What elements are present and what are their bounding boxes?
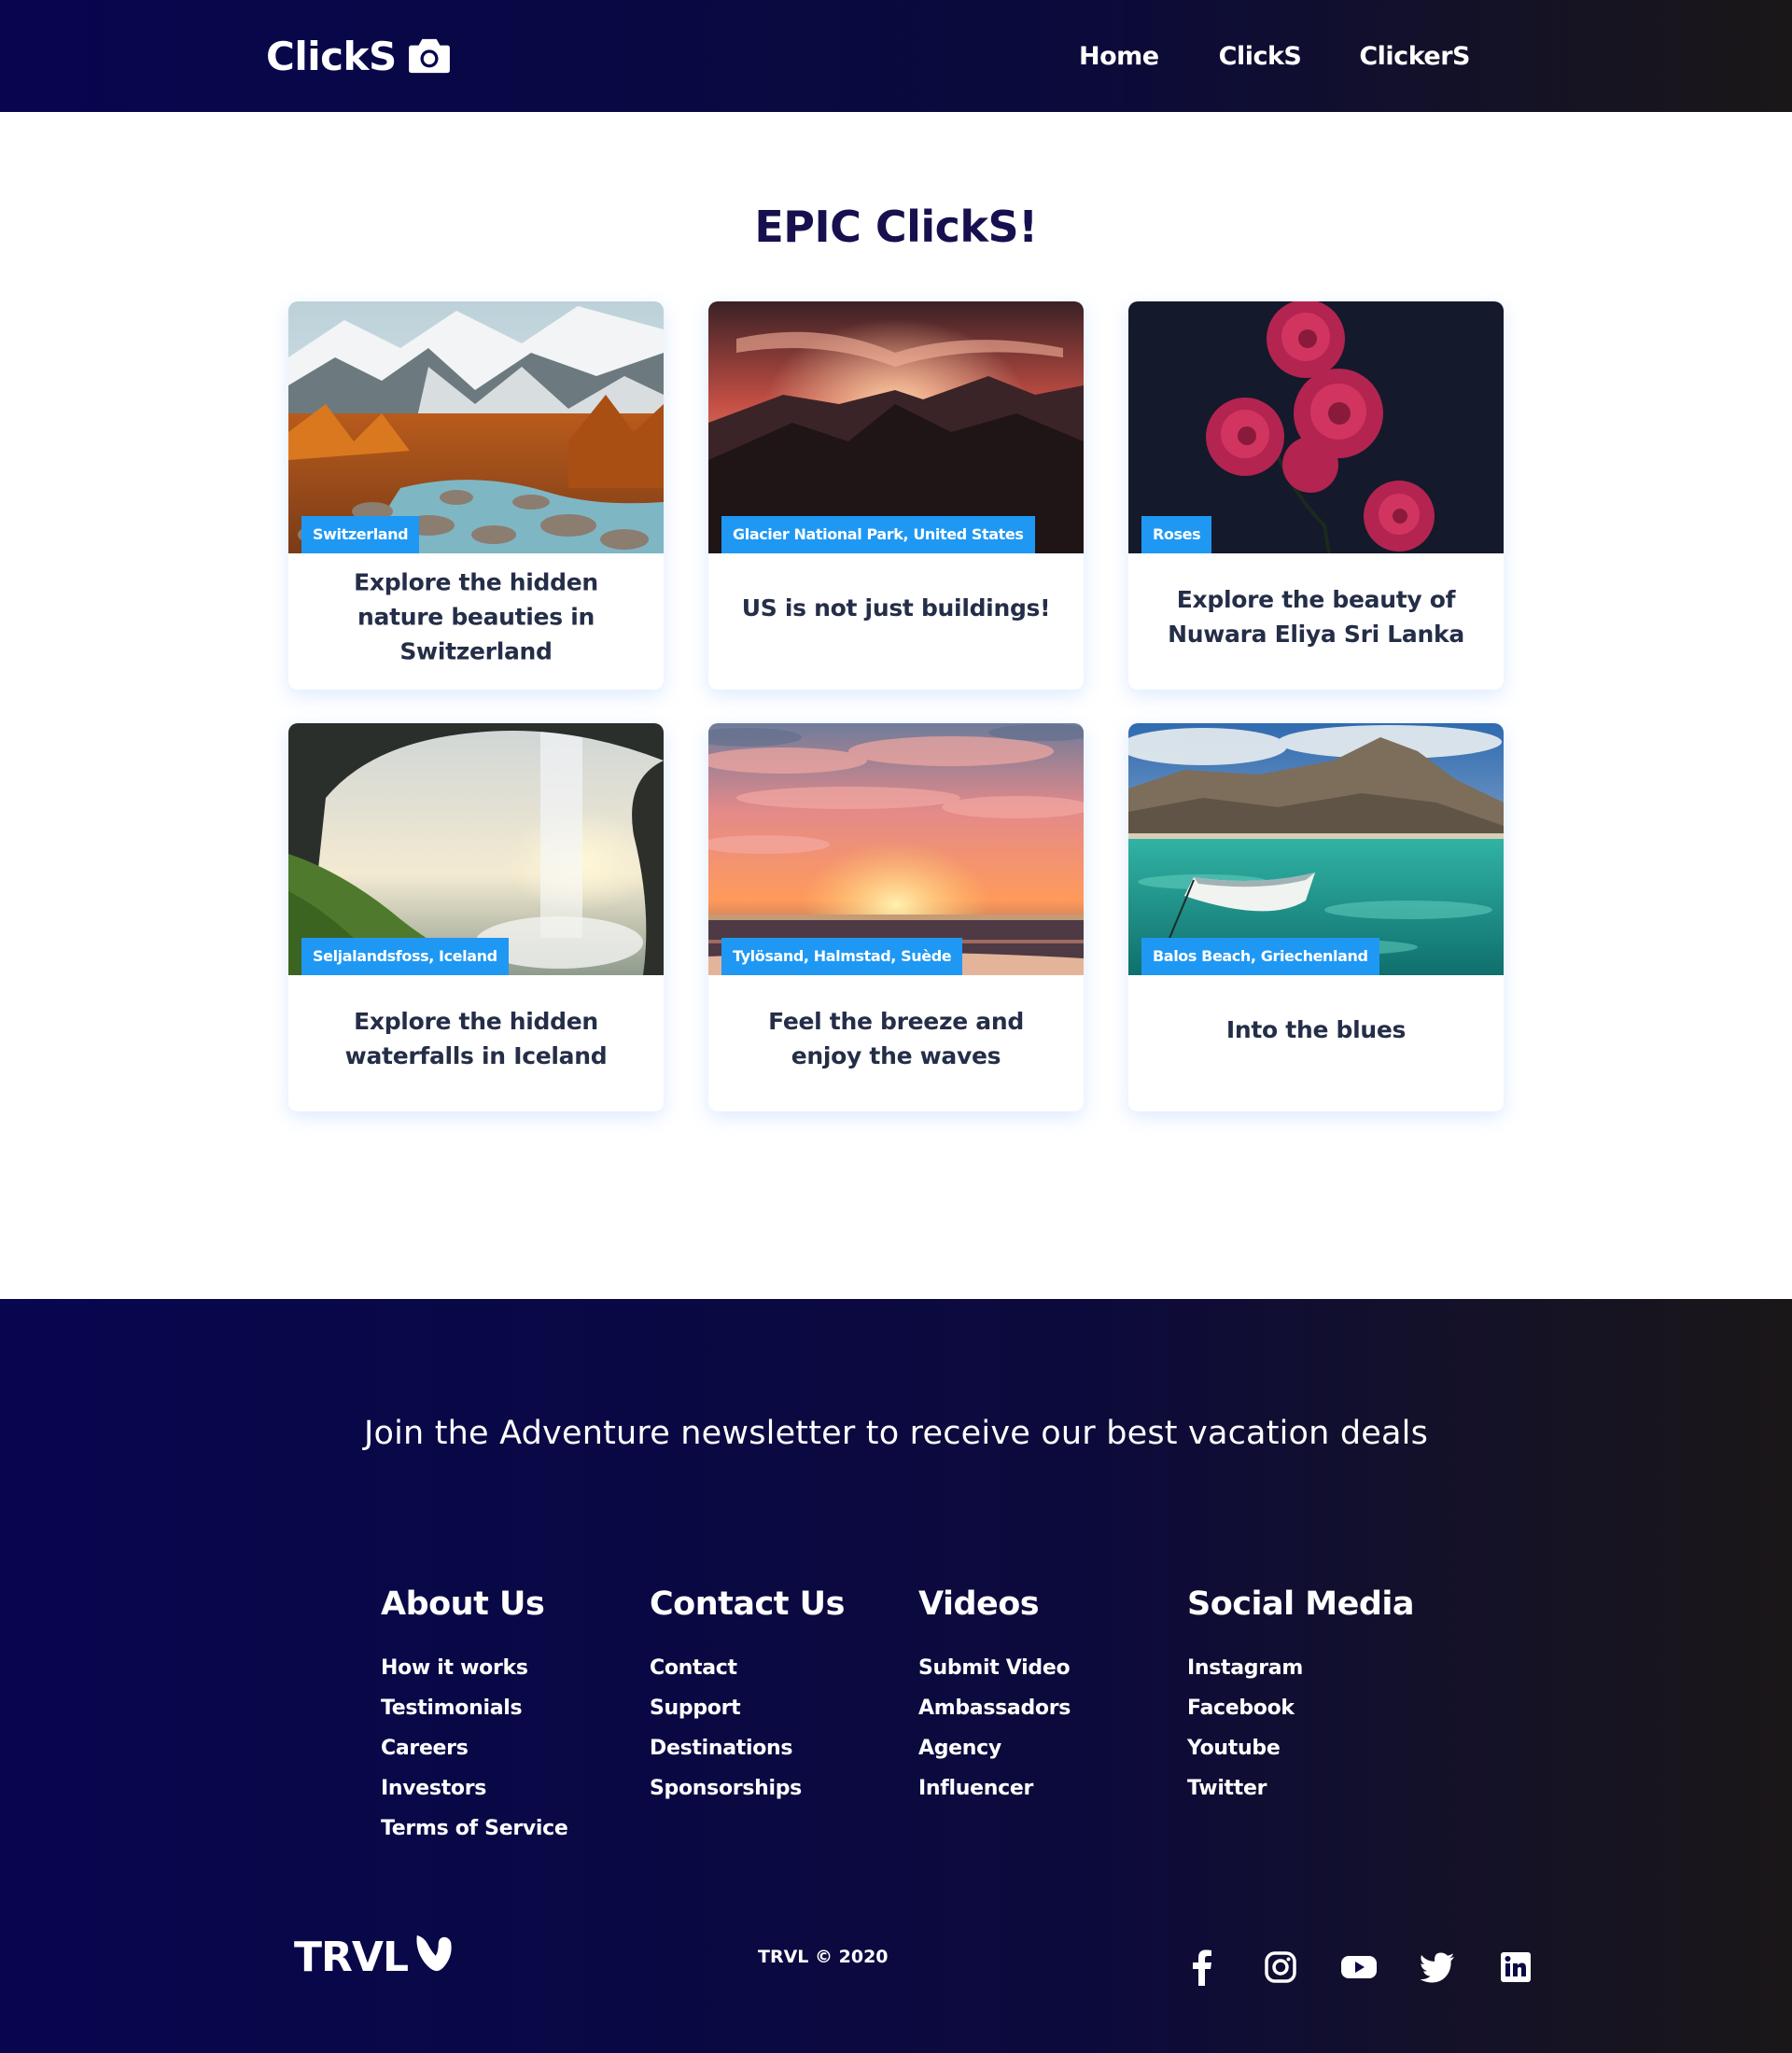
navbar-logo[interactable]: ClickS xyxy=(266,30,451,82)
page-title: EPIC ClickS! xyxy=(754,202,1038,252)
card-tylosand[interactable]: Tylösand, Halmstad, Suède Feel the breez… xyxy=(708,723,1084,1111)
card-text: Explore the hidden nature beauties in Sw… xyxy=(354,568,598,665)
card-text: US is not just buildings! xyxy=(741,594,1051,621)
card-glacier[interactable]: Glacier National Park, United States US … xyxy=(708,301,1084,690)
footer-column-social: Social Media Instagram Facebook Youtube … xyxy=(1187,1585,1449,1809)
social-icons xyxy=(1183,1948,1534,1986)
card-image: Balos Beach, Griechenland xyxy=(1128,723,1504,975)
facebook-icon[interactable] xyxy=(1183,1948,1221,1986)
footer-link-careers[interactable]: Careers xyxy=(381,1728,642,1768)
card-tag: Switzerland xyxy=(301,516,420,553)
footer-column-about: About Us How it works Testimonials Caree… xyxy=(381,1585,642,1849)
footer-link-youtube[interactable]: Youtube xyxy=(1187,1728,1449,1768)
footer-column-title: About Us xyxy=(381,1585,545,1623)
nav-link-clicks[interactable]: ClickS xyxy=(1219,37,1302,77)
footer-column-title: Social Media xyxy=(1187,1585,1415,1623)
card-roses[interactable]: Roses Explore the beauty of Nuwara Eliya… xyxy=(1128,301,1504,690)
card-image: Switzerland xyxy=(288,301,664,553)
footer-link-destinations[interactable]: Destinations xyxy=(650,1728,911,1768)
card-tag: Seljalandsfoss, Iceland xyxy=(301,938,509,975)
nav-menu: Home ClickS ClickerS xyxy=(1079,37,1470,77)
footer-link-contact[interactable]: Contact xyxy=(650,1648,911,1688)
footer-link-facebook[interactable]: Facebook xyxy=(1187,1688,1449,1728)
footer-column-contact: Contact Us Contact Support Destinations … xyxy=(650,1585,911,1809)
card-tag: Glacier National Park, United States xyxy=(721,516,1035,553)
footer-column-title: Contact Us xyxy=(650,1585,845,1623)
card-tag: Balos Beach, Griechenland xyxy=(1141,938,1379,975)
card-text: Into the blues xyxy=(1225,1016,1407,1043)
footer-link-instagram[interactable]: Instagram xyxy=(1187,1648,1449,1688)
footer-column-videos: Videos Submit Video Ambassadors Agency I… xyxy=(918,1585,1180,1809)
newsletter-heading: Join the Adventure newsletter to receive… xyxy=(363,1415,1429,1452)
footer-link-submit-video[interactable]: Submit Video xyxy=(918,1648,1180,1688)
typo3-icon xyxy=(416,1934,452,1972)
footer-link-ambassadors[interactable]: Ambassadors xyxy=(918,1688,1180,1728)
card-image: Glacier National Park, United States xyxy=(708,301,1084,553)
footer-link-agency[interactable]: Agency xyxy=(918,1728,1180,1768)
card-tag: Roses xyxy=(1141,516,1212,553)
footer-link-sponsorships[interactable]: Sponsorships xyxy=(650,1768,911,1809)
footer: Join the Adventure newsletter to receive… xyxy=(0,1299,1792,2053)
footer-link-testimonials[interactable]: Testimonials xyxy=(381,1688,642,1728)
youtube-icon[interactable] xyxy=(1340,1948,1378,1986)
nav-link-home[interactable]: Home xyxy=(1079,37,1159,77)
instagram-icon[interactable] xyxy=(1262,1948,1299,1986)
footer-column-title: Videos xyxy=(918,1585,1040,1623)
footer-logo[interactable]: TRVL xyxy=(294,1933,455,1981)
twitter-icon[interactable] xyxy=(1419,1948,1456,1986)
footer-link-terms[interactable]: Terms of Service xyxy=(381,1809,642,1849)
card-image: Roses xyxy=(1128,301,1504,553)
card-tag: Tylösand, Halmstad, Suède xyxy=(721,938,963,975)
footer-logo-text: TRVL xyxy=(294,1933,409,1981)
logo-text: ClickS xyxy=(266,33,397,79)
card-balos[interactable]: Balos Beach, Griechenland Into the blues xyxy=(1128,723,1504,1111)
nav-link-clickers[interactable]: ClickerS xyxy=(1359,37,1470,77)
card-switzerland[interactable]: Switzerland Explore the hidden nature be… xyxy=(288,301,664,690)
linkedin-icon[interactable] xyxy=(1497,1948,1534,1986)
footer-link-influencer[interactable]: Influencer xyxy=(918,1768,1180,1809)
footer-link-twitter[interactable]: Twitter xyxy=(1187,1768,1449,1809)
footer-link-how-it-works[interactable]: How it works xyxy=(381,1648,642,1688)
navbar: ClickS Home ClickS ClickerS xyxy=(0,0,1792,112)
card-text: Feel the breeze and enjoy the waves xyxy=(768,1008,1024,1069)
card-image: Tylösand, Halmstad, Suède xyxy=(708,723,1084,975)
card-text: Explore the beauty of Nuwara Eliya Sri L… xyxy=(1168,586,1464,648)
copyright-text: TRVL © 2020 xyxy=(758,1947,889,1967)
card-image: Seljalandsfoss, Iceland xyxy=(288,723,664,975)
footer-link-investors[interactable]: Investors xyxy=(381,1768,642,1809)
card-iceland[interactable]: Seljalandsfoss, Iceland Explore the hidd… xyxy=(288,723,664,1111)
card-text: Explore the hidden waterfalls in Iceland xyxy=(344,1008,608,1069)
footer-link-support[interactable]: Support xyxy=(650,1688,911,1728)
camera-icon xyxy=(408,38,450,74)
